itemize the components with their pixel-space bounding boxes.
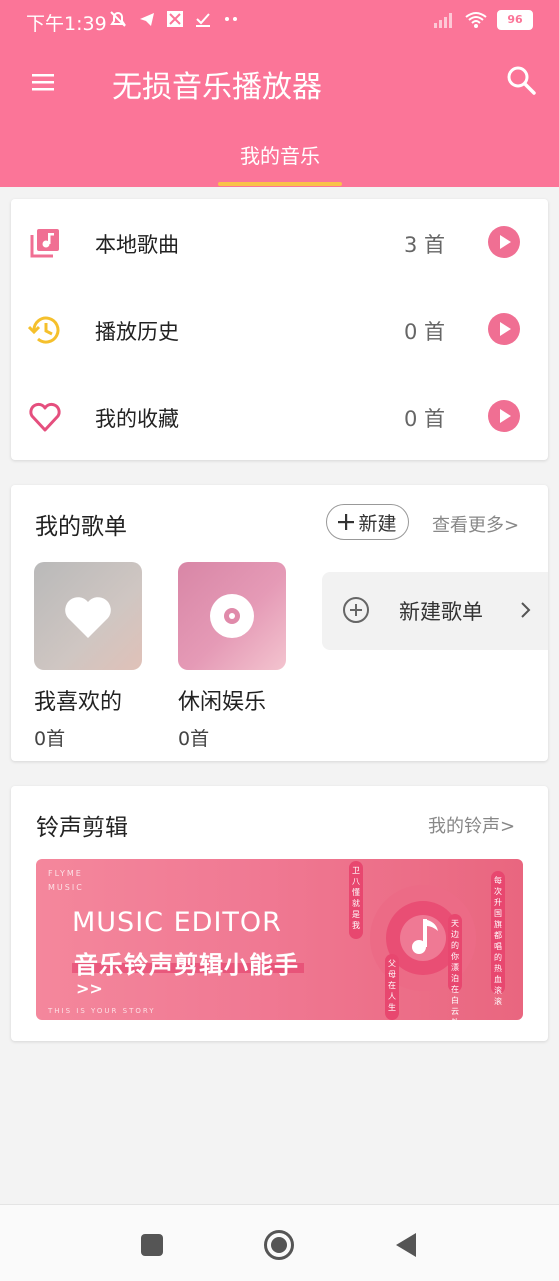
- music-library-icon: [30, 229, 59, 258]
- recents-button[interactable]: [140, 1233, 164, 1257]
- signal-icon: [434, 13, 452, 28]
- favorites-play-button[interactable]: [488, 400, 520, 432]
- chevron-right-icon: [521, 602, 531, 618]
- app-notification-icon: [167, 11, 183, 27]
- new-playlist-button[interactable]: 新建: [326, 504, 409, 540]
- local-songs-row[interactable]: 本地歌曲 3 首: [11, 199, 548, 286]
- local-songs-play-button[interactable]: [488, 226, 520, 258]
- playlist-name: 休闲娱乐: [178, 690, 267, 715]
- banner-tag: 天边的你漂泊在白云外: [448, 914, 462, 1020]
- my-ringtones-link[interactable]: 我的铃声>: [428, 812, 515, 838]
- banner-tag: 每次升国旗都唱的热血滚滚: [491, 871, 505, 1006]
- status-time: 下午1:39: [26, 13, 107, 35]
- create-playlist-tile[interactable]: 新建歌单: [322, 572, 548, 650]
- wifi-icon: [465, 12, 487, 28]
- view-more-link[interactable]: 查看更多>: [432, 511, 519, 537]
- history-icon: [28, 316, 60, 344]
- back-button[interactable]: [394, 1231, 418, 1259]
- system-nav-bar: [0, 1204, 559, 1281]
- download-done-icon: [196, 13, 210, 27]
- home-button[interactable]: [263, 1229, 295, 1261]
- notification-icons: [108, 10, 240, 28]
- banner-arrow: >>: [76, 979, 103, 998]
- playlist-count: 0首: [178, 728, 210, 750]
- favorites-count: 0 首: [403, 407, 445, 431]
- local-songs-label: 本地歌曲: [95, 233, 179, 257]
- mute-icon: [110, 11, 126, 27]
- banner-tag: 卫八懂 就是我: [349, 861, 363, 939]
- banner-brand: FLYME: [48, 869, 83, 878]
- add-circle-icon: [343, 597, 369, 623]
- banner-title-en: MUSIC EDITOR: [72, 907, 282, 938]
- ringtone-title: 铃声剪辑: [36, 815, 128, 841]
- music-editor-banner[interactable]: FLYME MUSIC MUSIC EDITOR 音乐铃声剪辑小能手 >> TH…: [36, 859, 523, 1020]
- playlist-cover: [178, 562, 286, 670]
- banner-brand-2: MUSIC: [48, 883, 84, 892]
- search-icon[interactable]: [505, 64, 537, 96]
- disc-icon: [210, 594, 254, 638]
- menu-icon[interactable]: [31, 70, 55, 94]
- status-bar: 下午1:39 96: [0, 0, 559, 42]
- system-indicators: 96: [433, 10, 533, 30]
- tab-indicator: [218, 182, 342, 186]
- play-history-row[interactable]: 播放历史 0 首: [11, 286, 548, 373]
- ringtone-editor-card: 铃声剪辑 我的铃声> FLYME MUSIC MUSIC EDITOR 音乐铃声…: [11, 786, 548, 1041]
- app-title: 无损音乐播放器: [112, 70, 322, 105]
- heart-icon: [29, 402, 61, 432]
- favorites-label: 我的收藏: [95, 407, 179, 431]
- create-playlist-label: 新建歌单: [399, 600, 483, 624]
- new-playlist-button-label: 新建: [358, 512, 397, 535]
- playlist-cover: [34, 562, 142, 670]
- my-playlists-title: 我的歌单: [35, 514, 127, 540]
- local-songs-count: 3 首: [403, 233, 445, 257]
- banner-tagline: THIS IS YOUR STORY: [48, 1007, 156, 1015]
- play-history-play-button[interactable]: [488, 313, 520, 345]
- app-bar: 下午1:39 96 无损音乐播放器 我的音乐: [0, 0, 559, 187]
- playlist-favorites[interactable]: 我喜欢的 0首: [34, 562, 146, 751]
- play-history-label: 播放历史: [95, 320, 179, 344]
- playlist-leisure[interactable]: 休闲娱乐 0首: [178, 562, 290, 751]
- play-history-count: 0 首: [403, 320, 445, 344]
- telegram-icon: [140, 13, 154, 26]
- battery-indicator: 96: [497, 10, 533, 30]
- tab-my-music[interactable]: 我的音乐: [218, 140, 342, 169]
- more-dots-icon: [225, 17, 237, 21]
- playlist-count: 0首: [34, 728, 66, 750]
- favorites-row[interactable]: 我的收藏 0 首: [11, 373, 548, 460]
- plus-icon: [338, 514, 355, 530]
- my-playlists-card: 我的歌单 新建 查看更多> 我喜欢的 0首 休闲娱乐 0首 新建歌单: [11, 485, 548, 761]
- quick-access-card: 本地歌曲 3 首 播放历史 0 首 我的收藏 0 首: [11, 199, 548, 460]
- banner-title-cn: 音乐铃声剪辑小能手: [74, 951, 299, 979]
- banner-tag: 父母在 人生: [385, 954, 399, 1020]
- playlist-name: 我喜欢的: [34, 690, 123, 715]
- heart-icon: [65, 597, 111, 638]
